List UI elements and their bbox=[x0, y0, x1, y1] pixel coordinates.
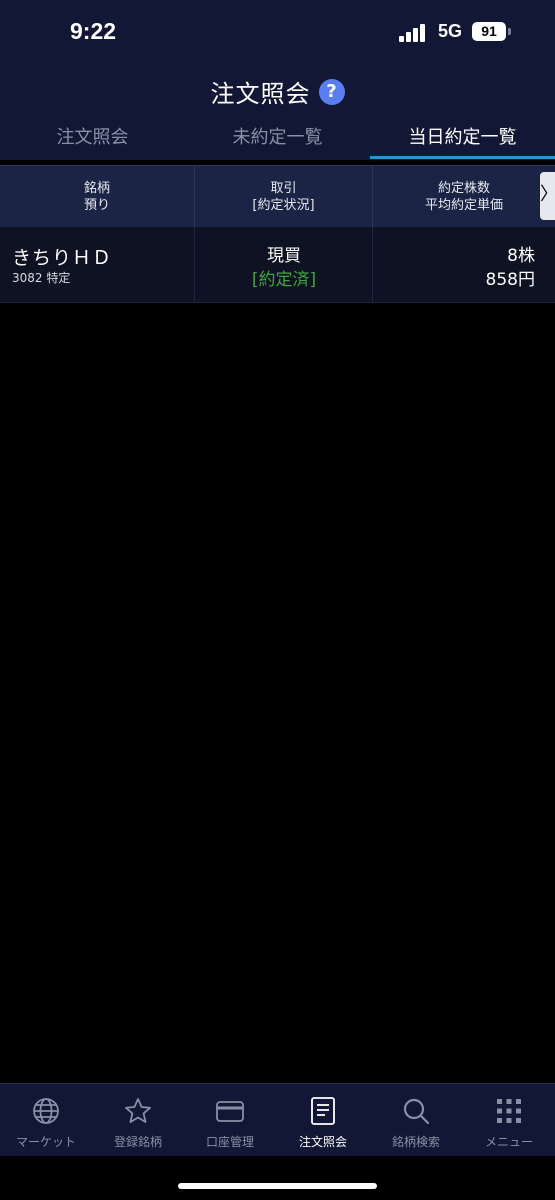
battery-icon: 91 bbox=[472, 22, 506, 41]
nav-label: 注文照会 bbox=[298, 1135, 347, 1149]
home-indicator bbox=[178, 1183, 377, 1189]
execution-status: [約定済] bbox=[251, 270, 317, 290]
search-icon bbox=[403, 1098, 430, 1125]
column-header-stock: 銘柄 預り bbox=[0, 166, 194, 227]
active-tab-indicator bbox=[370, 156, 555, 159]
nav-market[interactable]: マーケット bbox=[0, 1084, 92, 1156]
status-time: 9:22 bbox=[70, 18, 117, 44]
column-header-trade: 取引 [約定状況] bbox=[195, 166, 372, 227]
grid-menu-icon bbox=[497, 1099, 521, 1123]
app-header: 注文照会? 注文照会 未約定一覧 当日約定一覧 bbox=[0, 62, 555, 160]
column-header-line2: [約定状況] bbox=[252, 197, 315, 213]
column-header-line2: 平均約定単価 bbox=[424, 197, 503, 213]
nav-watchlist[interactable]: 登録銘柄 bbox=[92, 1084, 184, 1156]
stock-name: きちりＨＤ bbox=[12, 247, 113, 269]
tab-today-executions[interactable]: 当日約定一覧 bbox=[370, 122, 555, 160]
card-icon bbox=[216, 1101, 244, 1122]
trade-type: 現買 bbox=[267, 246, 301, 266]
globe-icon bbox=[33, 1098, 59, 1124]
executed-quantity: 8株 bbox=[507, 246, 535, 266]
nav-menu[interactable]: メニュー bbox=[463, 1084, 555, 1156]
column-header-line2: 預り bbox=[83, 197, 110, 213]
column-header-line1: 取引 bbox=[270, 180, 297, 196]
question-icon[interactable]: ? bbox=[318, 78, 345, 105]
nav-label: 登録銘柄 bbox=[113, 1135, 162, 1149]
stock-code-account: 3082 特定 bbox=[12, 271, 71, 285]
tab-unexecuted-list[interactable]: 未約定一覧 bbox=[185, 122, 370, 160]
average-price: 858円 bbox=[485, 270, 535, 290]
nav-order-inquiry[interactable]: 注文照会 bbox=[277, 1084, 369, 1156]
nav-label: 口座管理 bbox=[205, 1135, 254, 1149]
scroll-right-button[interactable]: 〉 bbox=[540, 172, 555, 220]
document-icon bbox=[311, 1097, 335, 1125]
signal-icon bbox=[399, 24, 429, 42]
column-header-line1: 銘柄 bbox=[83, 180, 110, 196]
bottom-nav: マーケット 登録銘柄 口座管理 注文照会 銘柄検索 メニュー bbox=[0, 1083, 555, 1156]
column-header-quantity: 約定株数 平均約定単価 bbox=[373, 166, 555, 227]
nav-label: メニュー bbox=[484, 1135, 533, 1149]
tab-order-inquiry[interactable]: 注文照会 bbox=[0, 122, 185, 160]
column-header-line1: 約定株数 bbox=[437, 180, 490, 196]
battery-tip bbox=[508, 28, 511, 35]
nav-label: マーケット bbox=[15, 1135, 76, 1149]
table-header: 銘柄 預り 取引 [約定状況] 約定株数 平均約定単価 bbox=[0, 165, 555, 227]
table-row[interactable]: きちりＨＤ 3082 特定 現買 [約定済] 8株 858円 bbox=[0, 227, 555, 303]
status-bar: 9:22 5G 91 bbox=[0, 0, 555, 62]
star-icon bbox=[125, 1098, 151, 1123]
nav-label: 銘柄検索 bbox=[391, 1135, 440, 1149]
nav-stock-search[interactable]: 銘柄検索 bbox=[370, 1084, 462, 1156]
nav-account[interactable]: 口座管理 bbox=[184, 1084, 276, 1156]
network-type: 5G bbox=[438, 21, 463, 41]
tab-bar: 注文照会 未約定一覧 当日約定一覧 bbox=[0, 122, 555, 160]
page-title: 注文照会 bbox=[210, 80, 311, 108]
column-divider bbox=[372, 227, 373, 302]
